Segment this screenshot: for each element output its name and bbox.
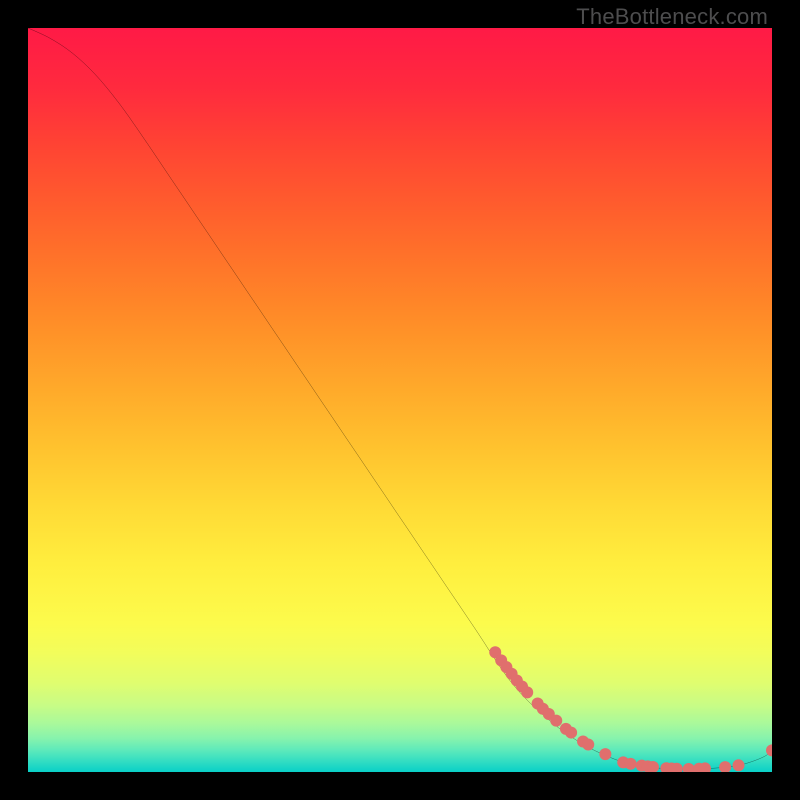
curve-layer xyxy=(28,28,772,772)
scatter-point xyxy=(550,715,562,727)
scatter-layer xyxy=(489,646,772,772)
scatter-point xyxy=(521,686,533,698)
plot-area xyxy=(28,28,772,772)
scatter-point xyxy=(565,727,577,739)
scatter-point xyxy=(733,759,745,771)
scatter-point xyxy=(625,758,637,770)
scatter-point xyxy=(599,748,611,760)
bottleneck-curve-path xyxy=(28,28,772,769)
scatter-point xyxy=(719,761,731,772)
scatter-point xyxy=(582,738,594,750)
watermark-text: TheBottleneck.com xyxy=(576,4,768,30)
scatter-point xyxy=(683,763,695,772)
scatter-point xyxy=(766,744,772,756)
chart-stage: TheBottleneck.com xyxy=(0,0,800,800)
